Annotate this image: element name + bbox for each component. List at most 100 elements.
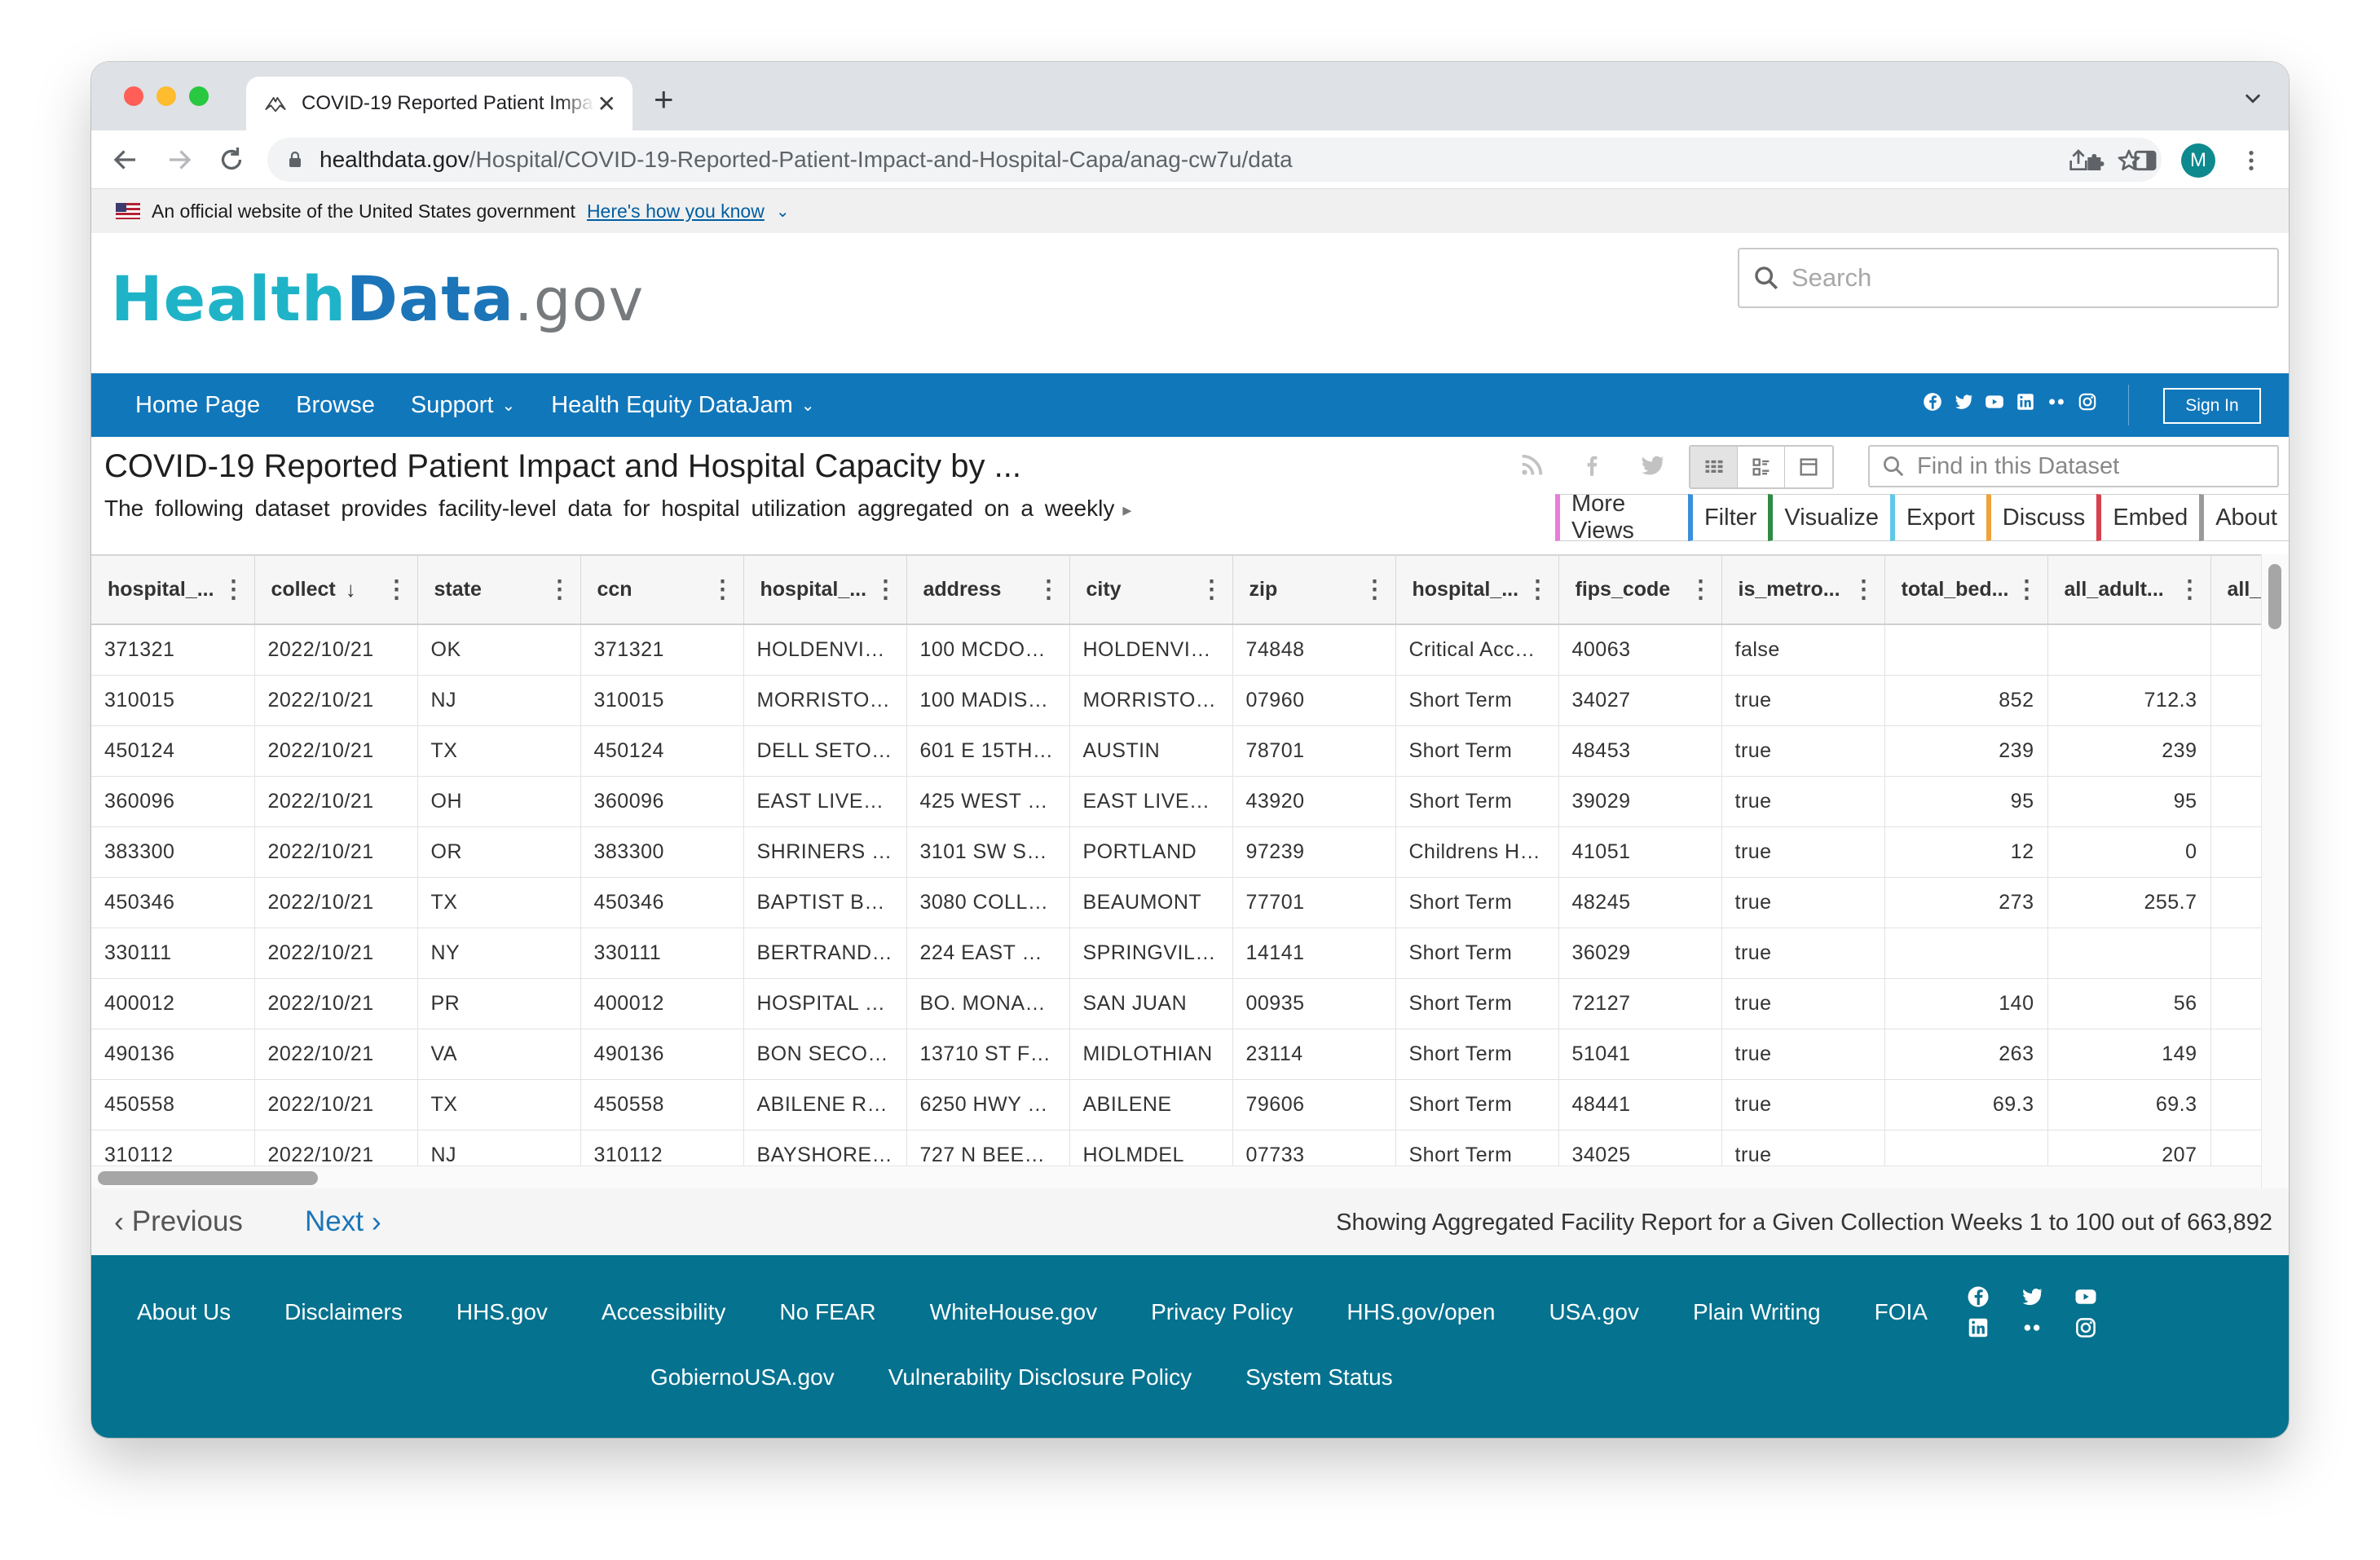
vertical-scrollbar[interactable] [2261,554,2289,1188]
table-row[interactable]: 4501242022/10/21TX450124DELL SETON MEDIC… [91,725,2289,777]
table-cell[interactable]: ABILENE [1069,1079,1233,1130]
instagram-icon[interactable] [2074,1315,2098,1340]
table-cell[interactable]: 712.3 [2047,675,2211,726]
table-cell[interactable]: SPRINGVILLE [1069,928,1233,979]
table-cell[interactable]: 6250 HWY 83 84 [906,1079,1070,1130]
chevron-down-icon[interactable]: ⌄ [776,201,790,222]
table-cell[interactable]: 140 [1884,978,2048,1029]
table-cell[interactable]: 2022/10/21 [254,826,418,878]
table-cell[interactable]: 56 [2047,978,2211,1029]
table-cell[interactable]: 07960 [1232,675,1396,726]
nav-home-page[interactable]: Home Page [135,392,260,419]
table-cell[interactable]: NJ [417,675,581,726]
footer-link-accessibility[interactable]: Accessibility [602,1299,725,1325]
table-cell[interactable]: 490136 [580,1029,744,1080]
new-tab-button[interactable]: + [654,80,674,119]
table-cell[interactable]: VA [417,1029,581,1080]
table-row[interactable]: 4000122022/10/21PR400012HOSPITAL ONCOLOG… [91,978,2289,1029]
browser-tab-active[interactable]: COVID-19 Reported Patient Impact and Hos… [246,77,632,130]
table-cell[interactable]: 425 WEST 5TH ST [906,776,1070,827]
side-panel-icon[interactable] [2132,148,2158,174]
column-header[interactable]: is_metro... ⋮ [1721,556,1885,625]
table-cell[interactable]: 34027 [1558,675,1722,726]
table-cell[interactable]: 00935 [1232,978,1396,1029]
table-cell[interactable]: 450346 [580,877,744,928]
footer-link-privacy-policy[interactable]: Privacy Policy [1151,1299,1293,1325]
linkedin-icon[interactable] [1966,1315,1990,1340]
table-cell[interactable]: MORRISTOWN [1069,675,1233,726]
table-cell[interactable]: Short Term [1395,1029,1559,1080]
table-cell[interactable]: 2022/10/21 [254,1029,418,1080]
table-cell[interactable]: 48245 [1558,877,1722,928]
table-row[interactable]: 3713212022/10/21OK371321HOLDENVILLE GENE… [91,624,2289,676]
table-cell[interactable]: Short Term [1395,877,1559,928]
next-page-button[interactable]: Next › [305,1205,381,1239]
extensions-puzzle-icon[interactable] [2083,148,2109,174]
table-cell[interactable]: TX [417,1079,581,1130]
column-header[interactable]: fips_code ⋮ [1558,556,1722,625]
maximize-window-button[interactable] [189,86,209,106]
table-cell[interactable]: BO. MONACILLOS [906,978,1070,1029]
close-tab-icon[interactable]: ✕ [597,90,616,117]
table-cell[interactable]: 36029 [1558,928,1722,979]
table-cell[interactable]: 360096 [580,776,744,827]
table-cell[interactable]: 43920 [1232,776,1396,827]
footer-link-vulnerability-disclosure[interactable]: Vulnerability Disclosure Policy [888,1364,1192,1390]
table-cell[interactable]: 371321 [580,624,744,676]
table-cell[interactable]: 12 [1884,826,2048,878]
table-cell[interactable]: 0 [2047,826,2211,878]
table-cell[interactable] [2047,928,2211,979]
table-cell[interactable]: 3101 SW SAM JACKSON PARK RD [906,826,1070,878]
column-header[interactable]: collect ↓ ⋮ [254,556,418,625]
table-cell[interactable]: MORRISTOWN MEDICAL CENTER [743,675,907,726]
table-cell[interactable]: 239 [2047,725,2211,777]
discuss-button[interactable]: Discuss [1986,494,2098,541]
export-button[interactable]: Export [1889,494,1987,541]
forward-arrow-icon[interactable] [165,145,194,174]
table-cell[interactable]: 224 EAST MAIN ST [906,928,1070,979]
table-cell[interactable]: 310015 [91,675,255,726]
youtube-icon[interactable] [1984,391,2005,412]
table-cell[interactable]: 41051 [1558,826,1722,878]
table-cell[interactable]: Childrens Hospitals [1395,826,1559,878]
horizontal-scroll-thumb[interactable] [98,1171,318,1185]
table-cell[interactable]: 72127 [1558,978,1722,1029]
table-row[interactable]: 3301112022/10/21NY330111BERTRAND CHAFFEE… [91,928,2289,979]
column-header[interactable]: zip ⋮ [1232,556,1396,625]
table-cell[interactable]: AUSTIN [1069,725,1233,777]
table-cell[interactable]: 490136 [91,1029,255,1080]
table-cell[interactable]: 371321 [91,624,255,676]
tab-search-chevron-icon[interactable] [2241,86,2264,109]
column-menu-icon[interactable]: ⋮ [1847,577,1876,602]
table-cell[interactable]: true [1721,928,1885,979]
footer-link-whitehouse-gov[interactable]: WhiteHouse.gov [930,1299,1097,1325]
youtube-icon[interactable] [2074,1285,2098,1309]
column-menu-icon[interactable]: ⋮ [1684,577,1713,602]
table-cell[interactable]: Short Term [1395,675,1559,726]
table-cell[interactable] [1884,624,2048,676]
embed-button[interactable]: Embed [2096,494,2201,541]
footer-link-plain-writing[interactable]: Plain Writing [1693,1299,1821,1325]
table-cell[interactable]: 450124 [91,725,255,777]
footer-link-no-fear[interactable]: No FEAR [779,1299,875,1325]
sort-descending-icon[interactable]: ↓ [346,577,356,602]
nav-browse[interactable]: Browse [296,392,375,419]
table-cell[interactable]: 78701 [1232,725,1396,777]
browser-menu-icon[interactable] [2238,148,2264,174]
table-cell[interactable]: 95 [2047,776,2211,827]
table-cell[interactable]: Short Term [1395,776,1559,827]
minimize-window-button[interactable] [156,86,176,106]
twitter-share-icon[interactable] [1638,452,1666,479]
twitter-icon[interactable] [1953,391,1974,412]
table-cell[interactable]: Short Term [1395,928,1559,979]
column-header[interactable]: state ⋮ [417,556,581,625]
table-cell[interactable]: true [1721,1029,1885,1080]
column-menu-icon[interactable]: ⋮ [217,577,246,602]
table-row[interactable]: 4901362022/10/21VA490136BON SECOURS ST F… [91,1029,2289,1080]
footer-link-about-us[interactable]: About Us [137,1299,231,1325]
table-cell[interactable]: PORTLAND [1069,826,1233,878]
footer-link-hhs-gov[interactable]: HHS.gov [456,1299,548,1325]
table-cell[interactable] [2047,624,2211,676]
table-row[interactable]: 4503462022/10/21TX450346BAPTIST BEAUMONT… [91,877,2289,928]
twitter-icon[interactable] [2020,1285,2044,1309]
